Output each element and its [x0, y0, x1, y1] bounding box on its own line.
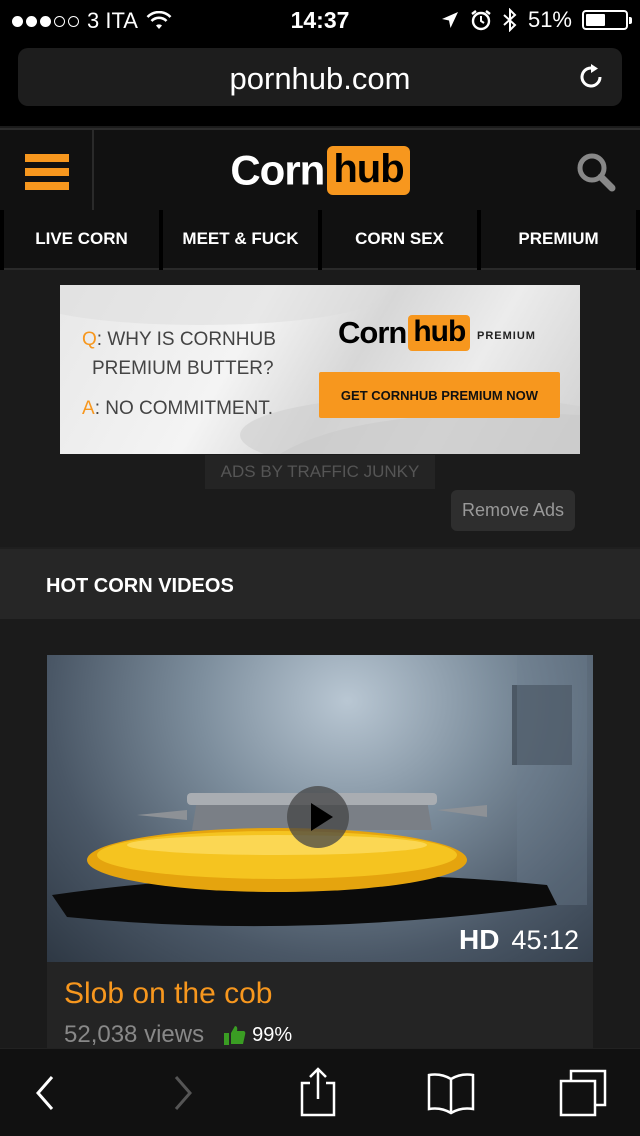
- ad-answer: : NO COMMITMENT.: [94, 398, 274, 419]
- reload-icon[interactable]: [576, 62, 606, 92]
- site-header: Corn hub: [0, 128, 640, 212]
- battery-percent: 51%: [527, 7, 572, 32]
- ads-by-label[interactable]: ADS BY TRAFFIC JUNKY: [205, 455, 435, 489]
- ad-question: : WHY IS CORNHUB: [96, 329, 276, 350]
- play-button[interactable]: [287, 786, 349, 848]
- logo-text-right: hub: [327, 146, 410, 195]
- ad-logo: Corn hub: [338, 315, 471, 351]
- video-meta: HD 45:12: [459, 924, 579, 956]
- nav-item-premium[interactable]: PREMIUM: [481, 210, 636, 270]
- video-card[interactable]: HD 45:12 Slob on the cob 52,038 views 99…: [47, 655, 593, 1048]
- status-right: 51%: [440, 7, 632, 33]
- share-icon[interactable]: [290, 1067, 346, 1119]
- hd-badge: HD: [458, 924, 500, 955]
- status-bar: 3 ITA 14:37 51%: [0, 0, 640, 40]
- battery-icon: [582, 10, 632, 30]
- ad-logo-left: Corn: [338, 315, 407, 350]
- logo-text-left: Corn: [230, 146, 325, 194]
- category-nav: LIVE CORN MEET & FUCK CORN SEX PREMIUM: [0, 210, 640, 270]
- tabs-icon[interactable]: [555, 1067, 611, 1119]
- url-text[interactable]: pornhub.com: [18, 61, 622, 97]
- video-rating: 99%: [252, 1023, 293, 1046]
- thumbs-up-icon: [224, 1026, 246, 1045]
- web-page: Corn hub LIVE CORN MEET & FUCK CORN SEX P…: [0, 126, 640, 1048]
- video-duration: 45:12: [511, 925, 579, 955]
- battery-level: [586, 14, 606, 26]
- browser-address-area: pornhub.com: [0, 40, 640, 126]
- nav-item-corn-sex[interactable]: CORN SEX: [322, 210, 477, 270]
- back-icon[interactable]: [20, 1067, 76, 1119]
- location-arrow-icon: [441, 12, 458, 28]
- nav-item-meet[interactable]: MEET & FUCK: [163, 210, 318, 270]
- alarm-icon: [471, 10, 491, 31]
- search-icon[interactable]: [574, 150, 618, 194]
- video-thumbnail[interactable]: HD 45:12: [47, 655, 593, 962]
- get-premium-button[interactable]: GET CORNHUB PREMIUM NOW: [319, 372, 560, 418]
- address-bar[interactable]: pornhub.com: [18, 48, 622, 106]
- section-header: HOT CORN VIDEOS: [0, 547, 640, 619]
- section-title: HOT CORN VIDEOS: [46, 575, 234, 597]
- premium-ad-banner[interactable]: Q: WHY IS CORNHUB PREMIUM BUTTER? A: NO …: [60, 285, 580, 454]
- ad-copy: Q: WHY IS CORNHUB PREMIUM BUTTER? A: NO …: [82, 325, 276, 423]
- video-title[interactable]: Slob on the cob: [64, 977, 273, 1011]
- remove-ads-button[interactable]: Remove Ads: [451, 490, 575, 531]
- nav-item-live-corn[interactable]: LIVE CORN: [4, 210, 159, 270]
- video-stats: 52,038 views 99%: [64, 1021, 292, 1048]
- bookmarks-icon[interactable]: [423, 1067, 479, 1119]
- browser-toolbar: [0, 1048, 640, 1136]
- ad-question-line2: PREMIUM BUTTER?: [92, 358, 274, 379]
- site-logo[interactable]: Corn hub: [0, 146, 640, 195]
- ad-logo-right: hub: [408, 315, 471, 351]
- bluetooth-icon: [503, 8, 517, 32]
- video-views: 52,038 views: [64, 1021, 205, 1048]
- forward-icon[interactable]: [156, 1067, 212, 1119]
- ad-premium-label: PREMIUM: [477, 330, 536, 342]
- ad-q-prefix: Q: [82, 329, 97, 350]
- ad-a-prefix: A: [82, 398, 95, 419]
